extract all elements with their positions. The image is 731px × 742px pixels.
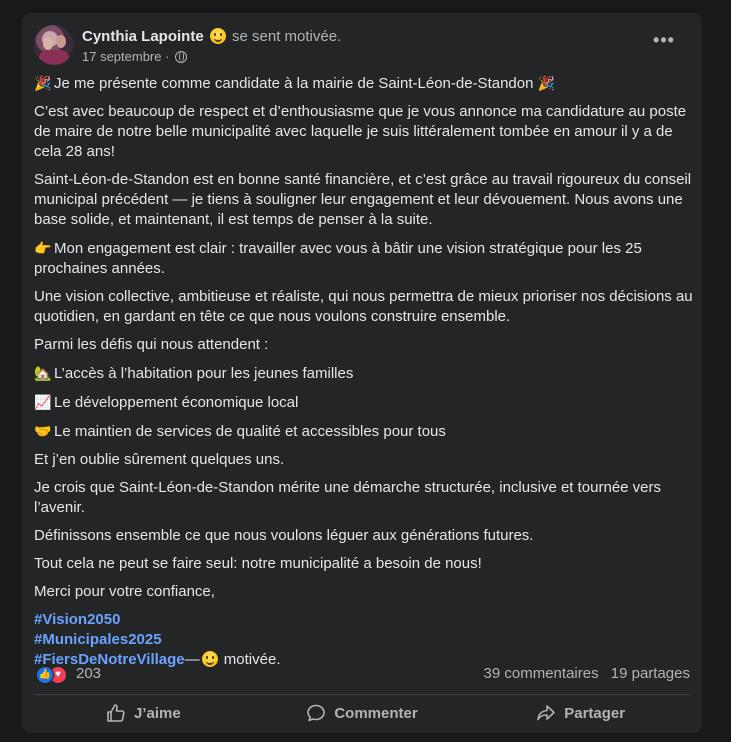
post-paragraph: Définissons ensemble ce que nous voulons…: [34, 527, 534, 544]
chart-increasing-icon: 📈: [34, 394, 52, 410]
post-card: Cynthia Lapointe se sent motivée. 17 sep…: [22, 13, 702, 733]
comment-button[interactable]: Commenter: [253, 697, 472, 729]
pointing-hand-icon: 👉: [34, 240, 52, 256]
thumbs-up-icon: [107, 704, 125, 722]
more-options-button[interactable]: •••: [646, 29, 682, 57]
post-paragraph: 🎉 Je me présente comme candidate à la mai…: [34, 75, 556, 92]
post-paragraph: C’est avec beaucoup de respect et d’enth…: [34, 103, 687, 160]
share-arrow-icon: [537, 705, 556, 721]
comment-bubble-icon: [307, 704, 326, 722]
house-icon: 🏡: [34, 365, 52, 381]
author-line: Cynthia Lapointe se sent motivée.: [82, 27, 341, 47]
hashtag-link[interactable]: #Municipales2025: [34, 631, 162, 648]
hashtags: #Vision2050 #Municipales2025 #FiersDeNot…: [34, 610, 694, 670]
post-date[interactable]: 17 septembre: [82, 49, 162, 64]
like-button[interactable]: J’aime: [34, 697, 253, 729]
list-item: 🤝 Le maintien de services de qualité et a…: [34, 423, 446, 440]
post-paragraph: Une vision collective, ambitieuse et réa…: [34, 288, 693, 325]
meta-separator: ·: [161, 49, 174, 64]
post-meta: 17 septembre ·: [82, 48, 188, 66]
globe-icon: [175, 51, 188, 63]
party-popper-icon: 🎉: [34, 75, 52, 91]
post-paragraph: Tout cela ne peut se faire seul: notre m…: [34, 555, 482, 572]
party-popper-icon: 🎉: [537, 75, 556, 91]
avatar[interactable]: [34, 25, 74, 65]
post-paragraph: 👉 Mon engagement est clair : travailler a…: [34, 240, 642, 277]
reactions-count[interactable]: 203: [76, 665, 101, 682]
like-reaction-icon: 👍: [36, 666, 54, 684]
post-body: 🎉 Je me présente comme candidate à la mai…: [34, 73, 694, 670]
post-paragraph: Et j’en oublie sûrement quelques uns.: [34, 451, 285, 468]
feeling-text: se sent motivée.: [232, 28, 342, 45]
reactions[interactable]: 👍 ♥: [36, 666, 72, 684]
comments-count[interactable]: 39 commentaires: [484, 665, 599, 682]
post-paragraph: Parmi les défis qui nous attendent :: [34, 336, 269, 353]
smiling-face-icon: [209, 28, 226, 44]
shares-count[interactable]: 19 partages: [611, 665, 690, 682]
hashtag-link[interactable]: #Vision2050: [34, 611, 120, 628]
engagement-counts: 39 commentaires 19 partages: [476, 665, 690, 682]
post-stats: 👍 ♥ 203 39 commentaires 19 partages: [34, 663, 690, 687]
post-paragraph: Saint-Léon-de-Standon est en bonne santé…: [34, 171, 692, 228]
list-item: 📈 Le développement économique local: [34, 394, 299, 411]
handshake-icon: 🤝: [34, 423, 52, 439]
list-item: 🏡 L’accès à l’habitation pour les jeunes …: [34, 365, 354, 382]
action-bar: J’aime Commenter Partager: [34, 697, 690, 729]
post-paragraph: Merci pour votre confiance,: [34, 583, 215, 600]
post-header: Cynthia Lapointe se sent motivée. 17 sep…: [34, 25, 690, 69]
share-button[interactable]: Partager: [471, 697, 690, 729]
post-paragraph: Je crois que Saint-Léon-de-Standon mérit…: [34, 479, 662, 516]
divider: [34, 694, 690, 695]
author-name[interactable]: Cynthia Lapointe: [82, 28, 204, 45]
